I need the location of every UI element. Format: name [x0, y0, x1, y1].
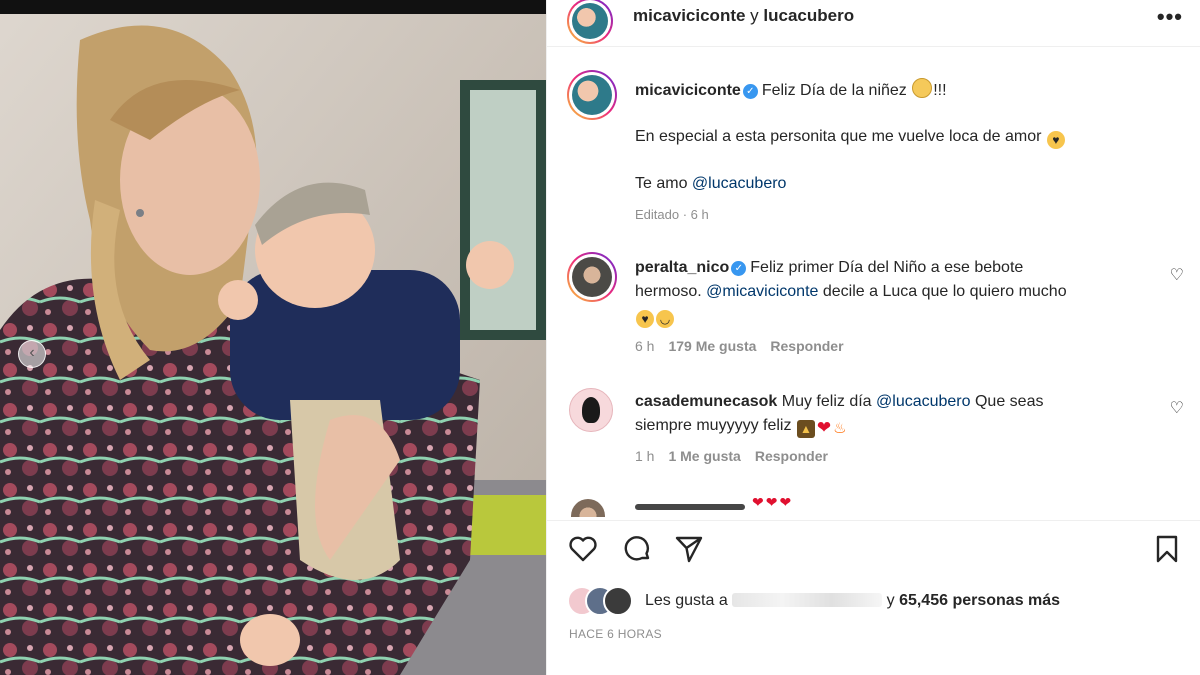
comment-time: 6 h	[635, 338, 655, 354]
caption-line3: Te amo @lucacubero	[635, 172, 1155, 196]
likes-count[interactable]: 65,456 personas más	[899, 592, 1060, 609]
caption-text-3: Te amo	[635, 175, 692, 192]
comment-icon[interactable]	[621, 533, 653, 565]
comment-likes-button[interactable]: 179 Me gusta	[668, 338, 756, 354]
verified-icon: ✓	[731, 261, 747, 276]
comment-text: Que seas	[970, 393, 1044, 410]
caption-line1: micaviciconte ✓ Feliz Día de la niñez !!!	[635, 78, 1155, 103]
post-timestamp: HACE 6 HORAS	[569, 627, 662, 641]
comment-text: Muy feliz día	[777, 393, 877, 410]
comment-like-heart-icon[interactable]: ♡	[1170, 398, 1184, 418]
post-header: micaviciconte y lucacubero •••	[547, 0, 1200, 47]
verified-icon: ✓	[742, 84, 758, 99]
post-actions-bar	[547, 520, 1200, 575]
blurred-username	[732, 593, 883, 607]
comment-text: decile a Luca que lo quiero mucho	[818, 283, 1067, 300]
comment-text: hermoso.	[635, 283, 707, 300]
heart-icon[interactable]	[567, 533, 599, 565]
caption-text-1-end: !!!	[933, 82, 947, 99]
comment-username[interactable]: peralta_nico	[635, 259, 729, 276]
comment-avatar[interactable]	[569, 388, 613, 432]
comment-2-line1: casademunecasok Muy feliz día @lucacuber…	[635, 390, 1155, 414]
more-icon[interactable]: •••	[1157, 4, 1183, 30]
comment-1-line1: peralta_nico ✓ Feliz primer Día del Niño a…	[635, 256, 1155, 280]
bookmark-icon[interactable]	[1151, 533, 1183, 565]
caption-text-2: En especial a esta personita que me vuel…	[635, 128, 1046, 145]
smiling-hearts-emoji-icon: ♥	[636, 310, 654, 328]
avatar[interactable]	[567, 0, 613, 44]
comment-1-line2: hermoso. @micaviciconte decile a Luca qu…	[635, 280, 1155, 304]
partial-comment-avatar	[567, 497, 607, 517]
comment-mention[interactable]: @lucacubero	[876, 393, 971, 410]
comment-mention[interactable]: @micaviciconte	[706, 283, 818, 300]
partial-comment-text	[635, 501, 755, 511]
coauthor-username[interactable]: lucacubero	[763, 6, 854, 25]
likes-connector: y	[882, 592, 900, 609]
post-photo[interactable]: ‹	[0, 0, 546, 675]
carousel-prev-button[interactable]: ‹	[18, 340, 46, 368]
comment-likes-button[interactable]: 1 Me gusta	[668, 448, 740, 464]
comment-username[interactable]: casademunecasok	[635, 393, 777, 410]
caption-line2: En especial a esta personita que me vuel…	[635, 125, 1155, 149]
smiling-emoji-icon: ◡	[656, 310, 674, 328]
comment-2-meta: 1 h 1 Me gusta Responder	[635, 448, 828, 464]
caption-text-1: Feliz Día de la niñez	[761, 82, 912, 99]
likes-text: Les gusta a y 65,456 personas más	[645, 592, 1060, 610]
comment-1-line3: ♥ ◡	[635, 304, 1155, 328]
caption-avatar[interactable]	[567, 70, 617, 120]
post-authors: micaviciconte y lucacubero	[633, 6, 854, 26]
caption-mention[interactable]: @lucacubero	[692, 175, 787, 192]
fire-emoji-icon: ♨	[833, 420, 847, 437]
share-icon[interactable]	[673, 533, 705, 565]
caption-username[interactable]: micaviciconte	[635, 82, 741, 99]
red-heart-emoji-icon: ❤	[816, 418, 832, 437]
comment-2-line2: siempre muyyyyy feliz ▲ ❤ ♨	[635, 414, 1155, 438]
liker-avatar	[603, 586, 633, 616]
photo-illustration	[0, 0, 546, 675]
baby-emoji-icon	[912, 78, 933, 98]
comment-1-meta: 6 h 179 Me gusta Responder	[635, 338, 844, 354]
partial-heart-emojis-icon: ❤❤❤	[752, 494, 794, 508]
post-details-panel: micaviciconte y lucacubero ••• micavicic…	[546, 0, 1200, 675]
comment-like-heart-icon[interactable]: ♡	[1170, 265, 1184, 285]
likes-prefix: Les gusta a	[645, 592, 733, 609]
comment-text: siempre muyyyyy feliz	[635, 417, 796, 434]
author-username[interactable]: micaviciconte	[633, 6, 745, 25]
caption-meta: Editado · 6 h	[635, 207, 709, 222]
authors-connector: y	[745, 6, 764, 25]
reply-button[interactable]: Responder	[755, 448, 828, 464]
party-popper-emoji-icon: ▲	[796, 420, 815, 438]
reply-button[interactable]: Responder	[770, 338, 843, 354]
comment-avatar[interactable]	[567, 252, 617, 302]
comment-text: Feliz primer Día del Niño a ese bebote	[750, 259, 1024, 276]
comment-time: 1 h	[635, 448, 655, 464]
smiling-hearts-emoji-icon: ♥	[1046, 131, 1065, 149]
